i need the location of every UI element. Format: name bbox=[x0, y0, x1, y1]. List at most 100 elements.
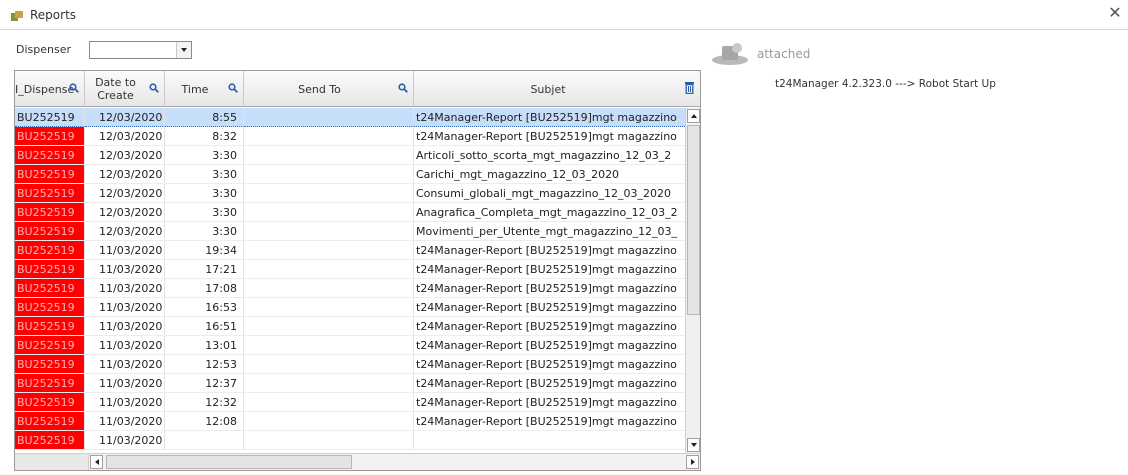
cell-dispenser: BU252519 bbox=[15, 165, 85, 184]
cell-dispenser: BU252519 bbox=[15, 355, 85, 374]
cell-dispenser: BU252519 bbox=[15, 298, 85, 317]
table-row[interactable]: BU252519 11/03/2020 13:01 t24Manager-Report… bbox=[15, 336, 685, 355]
cell-subject: t24Manager-Report [BU252519]mgt magazzin… bbox=[414, 260, 685, 279]
cell-send-to bbox=[244, 393, 414, 412]
reports-grid: I_Dispense Date to Create Time Send To S… bbox=[14, 70, 701, 471]
vertical-scroll-thumb[interactable] bbox=[687, 125, 700, 315]
dispenser-filter-label: Dispenser bbox=[16, 43, 71, 56]
table-row[interactable]: BU252519 12/03/2020 3:30 Consumi_globali_mg… bbox=[15, 184, 685, 203]
horizontal-scrollbar[interactable] bbox=[89, 453, 700, 470]
table-row[interactable]: BU252519 11/03/2020 19:34 t24Manager-Report… bbox=[15, 241, 685, 260]
table-row[interactable]: BU252519 11/03/2020 17:21 t24Manager-Report… bbox=[15, 260, 685, 279]
column-header-date-label: Date to Create bbox=[85, 71, 146, 107]
table-row[interactable]: BU252519 11/03/2020 12:08 t24Manager-Report… bbox=[15, 412, 685, 431]
cell-time: 12:53 bbox=[165, 355, 244, 374]
table-row[interactable]: BU252519 12/03/2020 3:30 Carichi_mgt_magazz… bbox=[15, 165, 685, 184]
window-title: Reports bbox=[30, 8, 77, 22]
table-row[interactable]: BU252519 12/03/2020 8:55 t24Manager-Report … bbox=[15, 108, 685, 127]
scroll-left-icon[interactable] bbox=[90, 455, 103, 469]
cell-dispenser: BU252519 bbox=[15, 374, 85, 393]
cell-time bbox=[165, 431, 244, 450]
column-header-dispenser-label: I_Dispense bbox=[15, 82, 75, 96]
cell-time: 3:30 bbox=[165, 184, 244, 203]
cell-date: 11/03/2020 bbox=[85, 355, 165, 374]
cell-time: 12:37 bbox=[165, 374, 244, 393]
table-row[interactable]: BU252519 12/03/2020 8:32 t24Manager-Report … bbox=[15, 127, 685, 146]
table-row[interactable]: BU252519 11/03/2020 12:53 t24Manager-Report… bbox=[15, 355, 685, 374]
vertical-scrollbar[interactable] bbox=[685, 108, 700, 453]
cell-send-to bbox=[244, 108, 414, 127]
search-icon[interactable] bbox=[149, 83, 159, 93]
cell-subject: Articoli_sotto_scorta_mgt_magazzino_12_0… bbox=[414, 146, 685, 165]
cell-dispenser: BU252519 bbox=[15, 317, 85, 336]
cell-dispenser: BU252519 bbox=[15, 203, 85, 222]
cell-date: 11/03/2020 bbox=[85, 260, 165, 279]
column-header-date-line1: Date to bbox=[95, 76, 136, 89]
table-row[interactable]: BU252519 11/03/2020 16:53 t24Manager-Report… bbox=[15, 298, 685, 317]
scroll-up-icon[interactable] bbox=[687, 109, 700, 123]
cell-send-to bbox=[244, 298, 414, 317]
search-icon[interactable] bbox=[69, 83, 79, 93]
cell-time: 3:30 bbox=[165, 222, 244, 241]
cell-date: 12/03/2020 bbox=[85, 184, 165, 203]
trash-icon[interactable] bbox=[685, 81, 694, 94]
cell-time: 3:30 bbox=[165, 165, 244, 184]
cell-dispenser: BU252519 bbox=[15, 241, 85, 260]
table-row[interactable]: BU252519 12/03/2020 3:30 Movimenti_per_Uten… bbox=[15, 222, 685, 241]
column-header-subject[interactable]: Subjet bbox=[414, 71, 700, 107]
scroll-right-icon[interactable] bbox=[686, 455, 699, 469]
cell-date: 11/03/2020 bbox=[85, 431, 165, 450]
cell-subject: Anagrafica_Completa_mgt_magazzino_12_03_… bbox=[414, 203, 685, 222]
cell-dispenser: BU252519 bbox=[15, 279, 85, 298]
cell-dispenser: BU252519 bbox=[15, 431, 85, 450]
attached-label: attached bbox=[757, 47, 811, 61]
cell-dispenser: BU252519 bbox=[15, 393, 85, 412]
cell-time: 17:21 bbox=[165, 260, 244, 279]
column-header-time-label: Time bbox=[181, 82, 209, 96]
cell-subject: t24Manager-Report [BU252519]mgt magazzin… bbox=[414, 241, 685, 260]
table-row[interactable]: BU252519 12/03/2020 3:30 Articoli_sotto_sco… bbox=[15, 146, 685, 165]
cell-send-to bbox=[244, 260, 414, 279]
table-row[interactable]: BU252519 12/03/2020 3:30 Anagrafica_Complet… bbox=[15, 203, 685, 222]
cell-send-to bbox=[244, 127, 414, 146]
cell-date: 12/03/2020 bbox=[85, 127, 165, 146]
cell-send-to bbox=[244, 165, 414, 184]
cell-subject: t24Manager-Report [BU252519]mgt magazzin… bbox=[414, 317, 685, 336]
table-row[interactable]: BU252519 11/03/2020 12:37 t24Manager-Report… bbox=[15, 374, 685, 393]
cell-dispenser: BU252519 bbox=[15, 146, 85, 165]
cell-send-to bbox=[244, 146, 414, 165]
cell-time: 12:32 bbox=[165, 393, 244, 412]
close-icon[interactable]: ✕ bbox=[1106, 4, 1124, 22]
cell-subject: t24Manager-Report [BU252519]mgt magazzin… bbox=[414, 108, 685, 127]
table-row[interactable]: BU252519 11/03/2020 12:32 t24Manager-Report… bbox=[15, 393, 685, 412]
table-row[interactable]: BU252519 11/03/2020 bbox=[15, 431, 685, 450]
cell-subject: Carichi_mgt_magazzino_12_03_2020 bbox=[414, 165, 685, 184]
cell-time: 16:51 bbox=[165, 317, 244, 336]
title-bar: Reports ✕ bbox=[0, 0, 1128, 30]
column-header-send-to[interactable]: Send To bbox=[244, 71, 414, 107]
column-header-time[interactable]: Time bbox=[165, 71, 244, 107]
cell-date: 11/03/2020 bbox=[85, 298, 165, 317]
horizontal-scroll-thumb[interactable] bbox=[106, 455, 352, 469]
cell-date: 11/03/2020 bbox=[85, 412, 165, 431]
dispenser-filter-select[interactable] bbox=[89, 41, 192, 59]
cell-send-to bbox=[244, 431, 414, 450]
cell-dispenser: BU252519 bbox=[15, 127, 85, 146]
cell-send-to bbox=[244, 412, 414, 431]
search-icon[interactable] bbox=[398, 83, 408, 93]
cell-date: 11/03/2020 bbox=[85, 336, 165, 355]
attachment-item[interactable]: t24Manager 4.2.323.0 ---> Robot Start Up bbox=[775, 78, 996, 90]
scroll-down-icon[interactable] bbox=[687, 438, 700, 452]
cell-time: 8:55 bbox=[165, 108, 244, 127]
cell-time: 16:53 bbox=[165, 298, 244, 317]
grid-header: I_Dispense Date to Create Time Send To S… bbox=[15, 71, 700, 107]
table-row[interactable]: BU252519 11/03/2020 16:51 t24Manager-Report… bbox=[15, 317, 685, 336]
cell-date: 11/03/2020 bbox=[85, 374, 165, 393]
search-icon[interactable] bbox=[228, 83, 238, 93]
column-header-dispenser[interactable]: I_Dispense bbox=[15, 71, 85, 107]
table-row[interactable]: BU252519 11/03/2020 17:08 t24Manager-Report… bbox=[15, 279, 685, 298]
column-header-date-line2: Create bbox=[97, 89, 134, 102]
cell-send-to bbox=[244, 336, 414, 355]
column-header-date[interactable]: Date to Create bbox=[85, 71, 165, 107]
chevron-down-icon[interactable] bbox=[176, 42, 191, 58]
